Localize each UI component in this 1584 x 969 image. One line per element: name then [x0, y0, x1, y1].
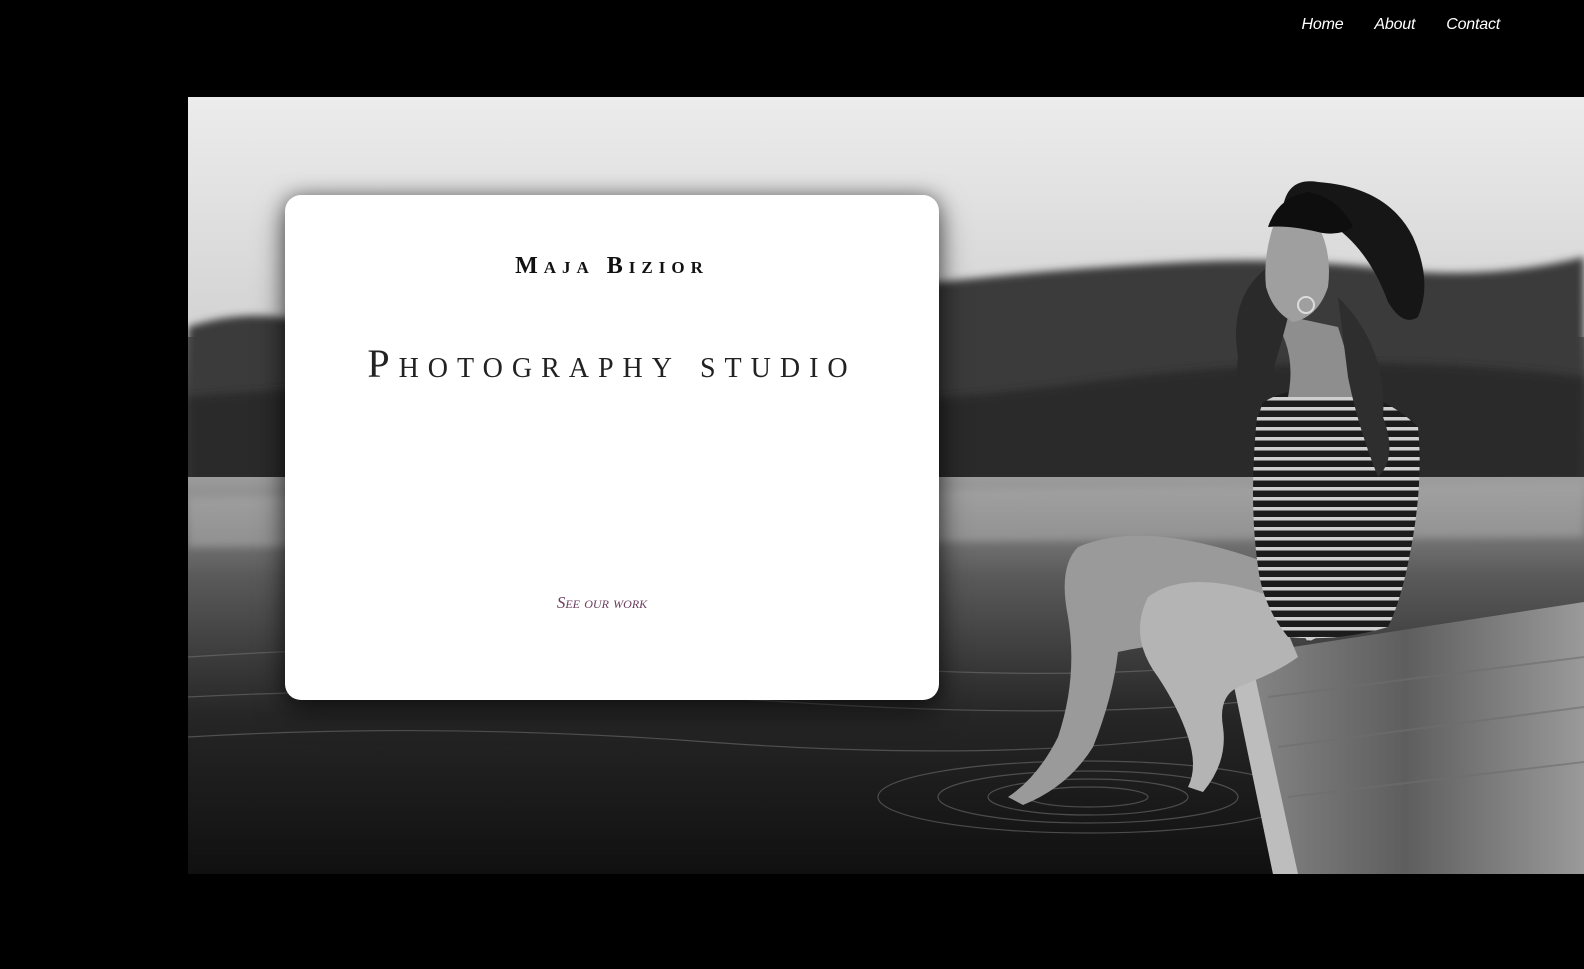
- top-nav: Home About Contact: [1302, 16, 1501, 34]
- see-our-work-label: See our work: [556, 593, 648, 612]
- page: Home About Contact Maja Bizior Photograp…: [0, 0, 1584, 969]
- see-our-work-link[interactable]: See our work: [285, 593, 939, 613]
- nav-home-link[interactable]: Home: [1302, 16, 1344, 34]
- nav-contact-link[interactable]: Contact: [1446, 16, 1500, 34]
- studio-owner-name: Maja Bizior: [515, 253, 709, 279]
- nav-about-link[interactable]: About: [1374, 16, 1415, 34]
- intro-card: Maja Bizior Photography studio See our w…: [285, 195, 939, 700]
- studio-title: Photography studio: [367, 341, 857, 386]
